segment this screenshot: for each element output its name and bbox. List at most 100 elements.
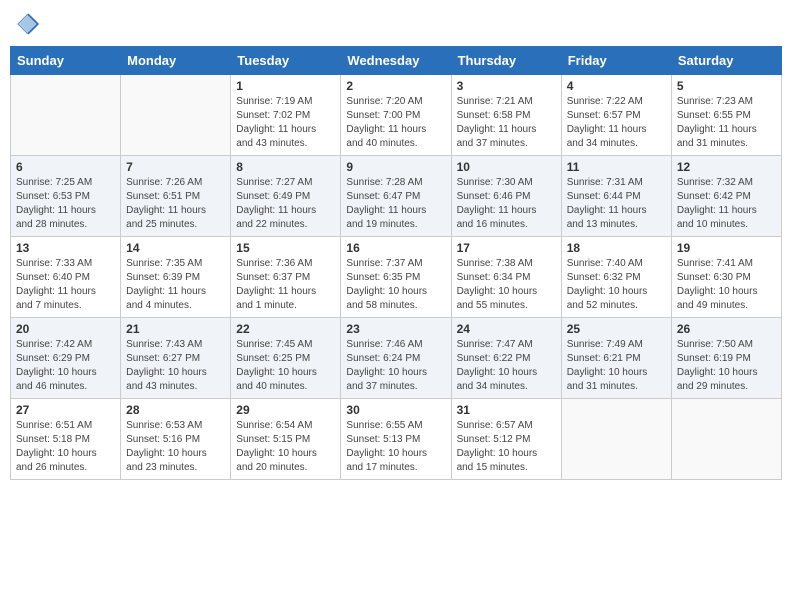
day-number: 29	[236, 403, 335, 417]
calendar-cell: 18Sunrise: 7:40 AM Sunset: 6:32 PM Dayli…	[561, 237, 671, 318]
day-header-saturday: Saturday	[671, 47, 781, 75]
day-number: 5	[677, 79, 776, 93]
calendar-cell: 19Sunrise: 7:41 AM Sunset: 6:30 PM Dayli…	[671, 237, 781, 318]
day-number: 20	[16, 322, 115, 336]
calendar-cell: 21 Sunrise: 7:43 AM Sunset: 6:27 PM Dayli…	[121, 318, 231, 399]
calendar-cell: 25 Sunrise: 7:49 AM Sunset: 6:21 PM Dayli…	[561, 318, 671, 399]
day-header-tuesday: Tuesday	[231, 47, 341, 75]
day-info: Sunrise: 7:22 AM Sunset: 6:57 PM Dayligh…	[567, 95, 666, 151]
day-header-monday: Monday	[121, 47, 231, 75]
page-header	[10, 10, 782, 38]
day-info: Sunrise: 7:36 AM Sunset: 6:37 PM Dayligh…	[236, 257, 335, 313]
day-info: Sunrise: 6:53 AM Sunset: 5:16 PM Dayligh…	[126, 419, 225, 475]
day-number: 21	[126, 322, 225, 336]
day-info: Sunrise: 7:45 AM Sunset: 6:25 PM Dayligh…	[236, 338, 335, 394]
day-info: Sunrise: 7:46 AM Sunset: 6:24 PM Dayligh…	[346, 338, 445, 394]
calendar-cell: 28Sunrise: 6:53 AM Sunset: 5:16 PM Dayli…	[121, 399, 231, 480]
day-info: Sunrise: 7:47 AM Sunset: 6:22 PM Dayligh…	[457, 338, 556, 394]
day-number: 30	[346, 403, 445, 417]
day-number: 6	[16, 160, 115, 174]
day-info: Sunrise: 7:32 AM Sunset: 6:42 PM Dayligh…	[677, 176, 776, 232]
calendar-cell	[561, 399, 671, 480]
calendar-cell	[121, 75, 231, 156]
calendar-cell: 14 Sunrise: 7:35 AM Sunset: 6:39 PM Dayli…	[121, 237, 231, 318]
calendar-cell: 27Sunrise: 6:51 AM Sunset: 5:18 PM Dayli…	[11, 399, 121, 480]
day-number: 12	[677, 160, 776, 174]
calendar-cell: 29Sunrise: 6:54 AM Sunset: 5:15 PM Dayli…	[231, 399, 341, 480]
day-info: Sunrise: 7:49 AM Sunset: 6:21 PM Dayligh…	[567, 338, 666, 394]
calendar-cell: 5Sunrise: 7:23 AM Sunset: 6:55 PM Daylig…	[671, 75, 781, 156]
calendar-cell: 22 Sunrise: 7:45 AM Sunset: 6:25 PM Dayli…	[231, 318, 341, 399]
day-number: 13	[16, 241, 115, 255]
day-info: Sunrise: 7:30 AM Sunset: 6:46 PM Dayligh…	[457, 176, 556, 232]
calendar-cell: 10 Sunrise: 7:30 AM Sunset: 6:46 PM Dayli…	[451, 156, 561, 237]
calendar-week-row: 6 Sunrise: 7:25 AM Sunset: 6:53 PM Daylig…	[11, 156, 782, 237]
day-number: 17	[457, 241, 556, 255]
calendar-week-row: 1 Sunrise: 7:19 AM Sunset: 7:02 PM Daylig…	[11, 75, 782, 156]
calendar-cell: 12 Sunrise: 7:32 AM Sunset: 6:42 PM Dayli…	[671, 156, 781, 237]
logo	[14, 10, 46, 38]
day-info: Sunrise: 7:37 AM Sunset: 6:35 PM Dayligh…	[346, 257, 445, 313]
calendar-cell: 11 Sunrise: 7:31 AM Sunset: 6:44 PM Dayli…	[561, 156, 671, 237]
day-info: Sunrise: 6:57 AM Sunset: 5:12 PM Dayligh…	[457, 419, 556, 475]
day-info: Sunrise: 7:43 AM Sunset: 6:27 PM Dayligh…	[126, 338, 225, 394]
calendar-cell: 7 Sunrise: 7:26 AM Sunset: 6:51 PM Daylig…	[121, 156, 231, 237]
day-header-thursday: Thursday	[451, 47, 561, 75]
calendar-cell: 30 Sunrise: 6:55 AM Sunset: 5:13 PM Dayli…	[341, 399, 451, 480]
day-info: Sunrise: 6:51 AM Sunset: 5:18 PM Dayligh…	[16, 419, 115, 475]
day-header-friday: Friday	[561, 47, 671, 75]
day-number: 1	[236, 79, 335, 93]
calendar-cell: 20Sunrise: 7:42 AM Sunset: 6:29 PM Dayli…	[11, 318, 121, 399]
day-number: 2	[346, 79, 445, 93]
calendar-cell: 9 Sunrise: 7:28 AM Sunset: 6:47 PM Daylig…	[341, 156, 451, 237]
calendar-cell	[11, 75, 121, 156]
day-number: 18	[567, 241, 666, 255]
day-info: Sunrise: 7:25 AM Sunset: 6:53 PM Dayligh…	[16, 176, 115, 232]
calendar-cell: 3 Sunrise: 7:21 AM Sunset: 6:58 PM Daylig…	[451, 75, 561, 156]
calendar-cell: 13 Sunrise: 7:33 AM Sunset: 6:40 PM Dayli…	[11, 237, 121, 318]
day-number: 16	[346, 241, 445, 255]
day-number: 3	[457, 79, 556, 93]
calendar-header-row: SundayMondayTuesdayWednesdayThursdayFrid…	[11, 47, 782, 75]
day-info: Sunrise: 7:27 AM Sunset: 6:49 PM Dayligh…	[236, 176, 335, 232]
day-info: Sunrise: 7:19 AM Sunset: 7:02 PM Dayligh…	[236, 95, 335, 151]
calendar-cell: 15 Sunrise: 7:36 AM Sunset: 6:37 PM Dayli…	[231, 237, 341, 318]
day-number: 11	[567, 160, 666, 174]
calendar-cell: 31Sunrise: 6:57 AM Sunset: 5:12 PM Dayli…	[451, 399, 561, 480]
day-info: Sunrise: 7:35 AM Sunset: 6:39 PM Dayligh…	[126, 257, 225, 313]
day-info: Sunrise: 7:21 AM Sunset: 6:58 PM Dayligh…	[457, 95, 556, 151]
day-info: Sunrise: 7:26 AM Sunset: 6:51 PM Dayligh…	[126, 176, 225, 232]
day-number: 7	[126, 160, 225, 174]
calendar-cell: 16 Sunrise: 7:37 AM Sunset: 6:35 PM Dayli…	[341, 237, 451, 318]
calendar-cell: 4 Sunrise: 7:22 AM Sunset: 6:57 PM Daylig…	[561, 75, 671, 156]
day-header-wednesday: Wednesday	[341, 47, 451, 75]
day-info: Sunrise: 7:31 AM Sunset: 6:44 PM Dayligh…	[567, 176, 666, 232]
calendar-cell: 24 Sunrise: 7:47 AM Sunset: 6:22 PM Dayli…	[451, 318, 561, 399]
day-number: 25	[567, 322, 666, 336]
day-number: 15	[236, 241, 335, 255]
day-number: 26	[677, 322, 776, 336]
day-number: 9	[346, 160, 445, 174]
day-number: 4	[567, 79, 666, 93]
day-number: 14	[126, 241, 225, 255]
calendar-week-row: 27Sunrise: 6:51 AM Sunset: 5:18 PM Dayli…	[11, 399, 782, 480]
calendar-week-row: 13 Sunrise: 7:33 AM Sunset: 6:40 PM Dayli…	[11, 237, 782, 318]
day-info: Sunrise: 7:20 AM Sunset: 7:00 PM Dayligh…	[346, 95, 445, 151]
day-info: Sunrise: 6:55 AM Sunset: 5:13 PM Dayligh…	[346, 419, 445, 475]
calendar-week-row: 20Sunrise: 7:42 AM Sunset: 6:29 PM Dayli…	[11, 318, 782, 399]
calendar-cell: 1 Sunrise: 7:19 AM Sunset: 7:02 PM Daylig…	[231, 75, 341, 156]
day-number: 22	[236, 322, 335, 336]
day-info: Sunrise: 7:33 AM Sunset: 6:40 PM Dayligh…	[16, 257, 115, 313]
day-info: Sunrise: 7:41 AM Sunset: 6:30 PM Dayligh…	[677, 257, 776, 313]
day-info: Sunrise: 7:28 AM Sunset: 6:47 PM Dayligh…	[346, 176, 445, 232]
day-number: 8	[236, 160, 335, 174]
day-header-sunday: Sunday	[11, 47, 121, 75]
calendar-cell: 23Sunrise: 7:46 AM Sunset: 6:24 PM Dayli…	[341, 318, 451, 399]
calendar-cell	[671, 399, 781, 480]
calendar-cell: 8 Sunrise: 7:27 AM Sunset: 6:49 PM Daylig…	[231, 156, 341, 237]
day-info: Sunrise: 7:38 AM Sunset: 6:34 PM Dayligh…	[457, 257, 556, 313]
logo-icon	[14, 10, 42, 38]
day-number: 24	[457, 322, 556, 336]
day-number: 10	[457, 160, 556, 174]
day-info: Sunrise: 7:50 AM Sunset: 6:19 PM Dayligh…	[677, 338, 776, 394]
